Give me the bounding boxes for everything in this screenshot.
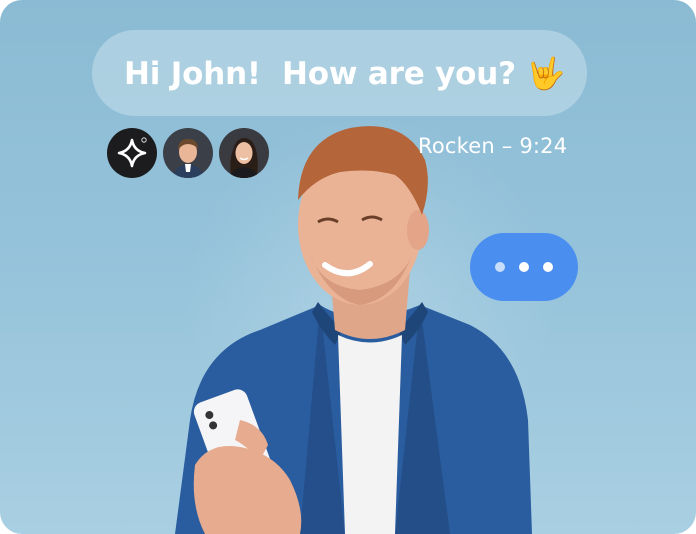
message-bubble: Hi John! How are you? 🤟 — [92, 30, 587, 116]
sparkle-icon — [117, 137, 147, 168]
sender-meta: Rocken – 9:24 — [418, 134, 567, 158]
chat-promo-card: Hi John! How are you? 🤟 Rocken – 9:24 — [0, 0, 696, 534]
typing-dot — [543, 262, 553, 272]
sender-name: Rocken — [418, 134, 495, 158]
typing-dot — [519, 262, 529, 272]
message-text: Hi John! How are you? 🤟 — [124, 55, 565, 92]
sender-separator: – — [494, 134, 520, 158]
male-avatar — [163, 128, 213, 178]
avatar-group — [107, 128, 269, 178]
female-avatar — [219, 128, 269, 178]
typing-indicator — [470, 233, 578, 301]
sparkle-logo-avatar — [107, 128, 157, 178]
rock-hand-emoji: 🤟 — [526, 55, 566, 92]
message-time: 9:24 — [519, 134, 568, 158]
typing-dot — [495, 262, 505, 272]
